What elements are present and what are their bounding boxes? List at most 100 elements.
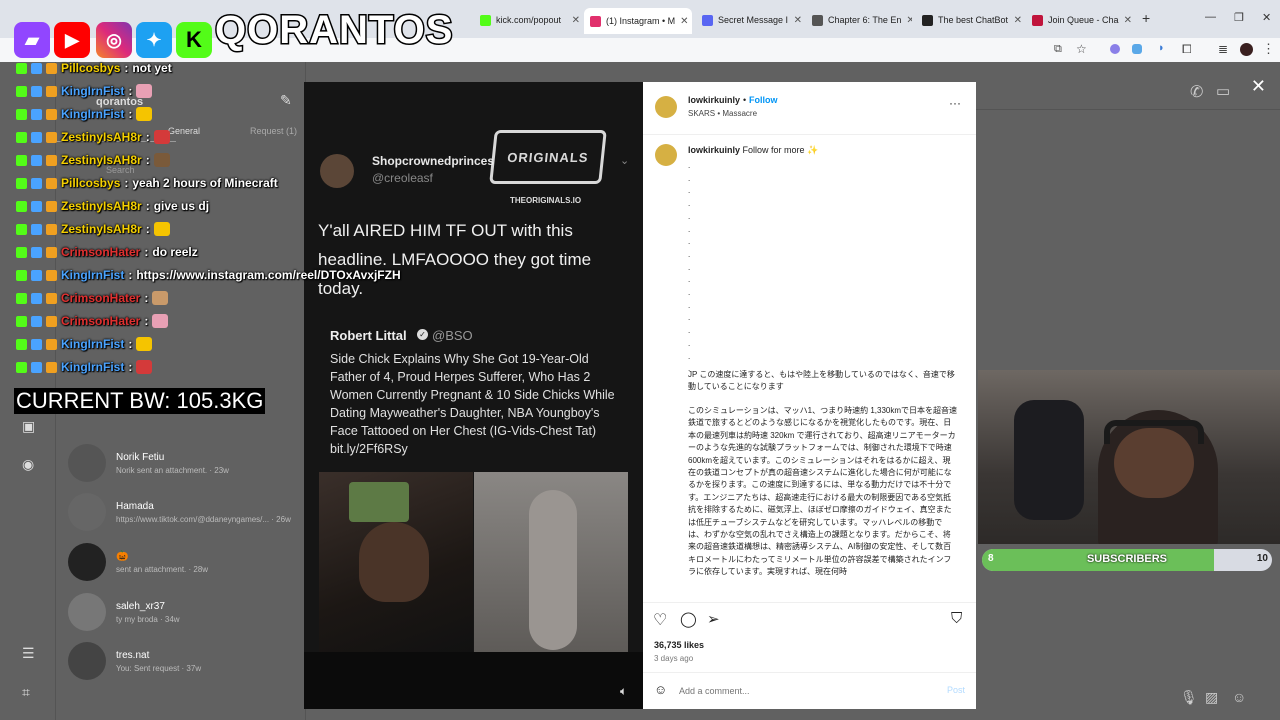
comment-input[interactable] (679, 683, 919, 699)
tab-general[interactable]: General (168, 126, 200, 136)
minimize-button[interactable]: — (1205, 11, 1216, 23)
like-heart-icon[interactable]: ♡ (653, 610, 667, 630)
chat-text: not yet (132, 61, 172, 75)
money-stack-image (349, 482, 409, 522)
extensions-puzzle-icon[interactable]: ⧠ (1182, 42, 1192, 57)
kick-badge-icon (16, 292, 27, 304)
conversation-item[interactable]: 🎃 sent an attachment. · 28w (68, 543, 208, 581)
post-media[interactable]: Shopcrownedprinces @creoleasf ⌄ ORIGINAL… (304, 82, 643, 709)
avatar (68, 543, 106, 581)
avatar (68, 642, 106, 680)
chat-text: yeah 2 hours of Minecraft (132, 176, 278, 190)
maximize-button[interactable]: ❐ (1234, 11, 1244, 24)
chat-emote-icon (152, 291, 169, 305)
close-tab-icon[interactable]: ✕ (1014, 15, 1022, 26)
chatbot-favicon-icon (922, 14, 933, 26)
profile-nav-icon[interactable]: ◉ (22, 457, 38, 471)
rank-badge-icon (46, 338, 57, 350)
tab-requests[interactable]: Request (1) (250, 126, 297, 136)
image-upload-icon[interactable]: ▨ (1205, 689, 1218, 706)
menu-kebab-icon[interactable]: ⋮ (1262, 41, 1275, 57)
extension-icon[interactable] (1132, 44, 1142, 54)
youtube-icon: ▶ (54, 22, 90, 58)
kick-badge-icon (16, 108, 27, 120)
chat-username: KingIrnFist (61, 268, 125, 282)
avatar (68, 444, 106, 482)
install-icon[interactable]: ⧉ (1054, 43, 1062, 56)
quoted-photo-right (474, 472, 628, 652)
rank-badge-icon (46, 246, 57, 258)
chat-username: KingIrnFist (61, 84, 125, 98)
conversation-item[interactable]: tres.nat You: Sent request · 37w (68, 642, 201, 680)
save-bookmark-icon[interactable]: ⛉ (951, 610, 962, 627)
theoriginals-logo-icon: ORIGINALS (489, 130, 607, 184)
chat-username: KingIrnFist (61, 360, 125, 374)
more-options-icon[interactable]: ··· (949, 96, 961, 110)
close-window-button[interactable]: ✕ (1262, 11, 1271, 24)
chat-message: KingIrnFist: (16, 333, 153, 355)
phone-call-icon[interactable]: ✆ (1190, 82, 1203, 102)
kick-badge-icon (16, 62, 27, 74)
tweet-handle: @creoleasf (372, 171, 433, 185)
audio-speaker-icon[interactable]: 🔈︎ (620, 684, 627, 699)
bookmark-star-icon[interactable]: ☆ (1076, 42, 1087, 56)
chat-emote-icon (136, 107, 153, 121)
share-icon[interactable]: ➢ (707, 610, 720, 628)
tab-label: The best ChatBot (938, 15, 1009, 25)
new-tab-button[interactable]: + (1142, 10, 1150, 26)
close-tab-icon[interactable]: ✕ (1124, 15, 1132, 26)
close-modal-button[interactable]: ✕ (1251, 76, 1266, 97)
close-tab-icon[interactable]: ✕ (572, 15, 580, 26)
post-comment-button[interactable]: Post (947, 685, 965, 695)
headset-image (1104, 420, 1204, 444)
sticker-icon[interactable]: ☺ (1232, 689, 1246, 705)
tab-join-queue[interactable]: Join Queue - Cha ✕ (1032, 9, 1132, 31)
tab-chapter[interactable]: Chapter 6: The En ✕ (812, 9, 912, 31)
subscriber-badge-icon (31, 177, 42, 189)
also-from-meta-icon[interactable]: ⌗ (22, 685, 38, 699)
conversation-item[interactable]: Norik Fetiu Norik sent an attachment. · 2… (68, 444, 229, 482)
conversation-preview: You: Sent request · 37w (116, 663, 202, 673)
extension-icon[interactable] (1110, 44, 1120, 54)
chat-emote-icon (136, 337, 153, 351)
video-call-icon[interactable]: ▭ (1216, 82, 1230, 100)
sidebar-icon[interactable]: ≣ (1218, 42, 1228, 56)
close-tab-icon[interactable]: ✕ (680, 16, 688, 27)
close-tab-icon[interactable]: ✕ (906, 15, 912, 26)
comment-icon[interactable]: ◯ (680, 610, 697, 628)
reels-icon[interactable]: ▣ (22, 419, 38, 433)
caption-account[interactable]: lowkirkuinly (688, 145, 740, 155)
follow-button[interactable]: Follow (749, 95, 778, 105)
chat-username: ZestinyIsAH8r (61, 199, 142, 213)
subscriber-badge-icon (31, 85, 42, 97)
instagram-icon: ◎ (96, 22, 132, 58)
queue-favicon-icon (1032, 14, 1043, 26)
conversation-preview: ty my broda · 34w (116, 614, 180, 624)
tab-instagram[interactable]: (1) Instagram • M ✕ (584, 8, 692, 34)
audio-label[interactable]: SKARS • Massacre (688, 109, 757, 118)
conversation-item[interactable]: saleh_xr37 ty my broda · 34w (68, 593, 180, 631)
likes-count[interactable]: 36,735 likes (654, 640, 704, 650)
conversation-item[interactable]: Hamada https://www.tiktok.com/@ddaneyngam… (68, 493, 291, 531)
extension-icon[interactable]: ◗ (1158, 42, 1165, 54)
tab-kick[interactable]: kick.com/popout ✕ (480, 9, 580, 31)
twitch-icon: ▰ (14, 22, 50, 58)
subscriber-goal: 10 (1256, 553, 1268, 564)
account-name[interactable]: lowkirkuinly (688, 95, 740, 105)
rank-badge-icon (46, 62, 57, 74)
account-avatar[interactable] (655, 96, 677, 118)
person-image (359, 522, 429, 602)
tab-chatbot[interactable]: The best ChatBot ✕ (922, 9, 1022, 31)
gaming-chair-image (1014, 400, 1084, 520)
profile-avatar[interactable] (1240, 43, 1253, 56)
chat-username: ZestinyIsAH8r (61, 222, 142, 236)
emoji-icon[interactable]: ☺ (654, 682, 667, 697)
voice-message-icon[interactable]: 🎙︎ (1180, 689, 1198, 706)
tab-secret-message[interactable]: Secret Message I ✕ (702, 9, 802, 31)
conversation-name: tres.nat (116, 649, 150, 661)
rank-badge-icon (46, 292, 57, 304)
tab-label: Chapter 6: The En (828, 15, 902, 25)
more-menu-icon[interactable]: ☰ (22, 646, 38, 660)
close-tab-icon[interactable]: ✕ (794, 15, 802, 26)
new-message-icon[interactable]: ✎ (280, 92, 292, 109)
